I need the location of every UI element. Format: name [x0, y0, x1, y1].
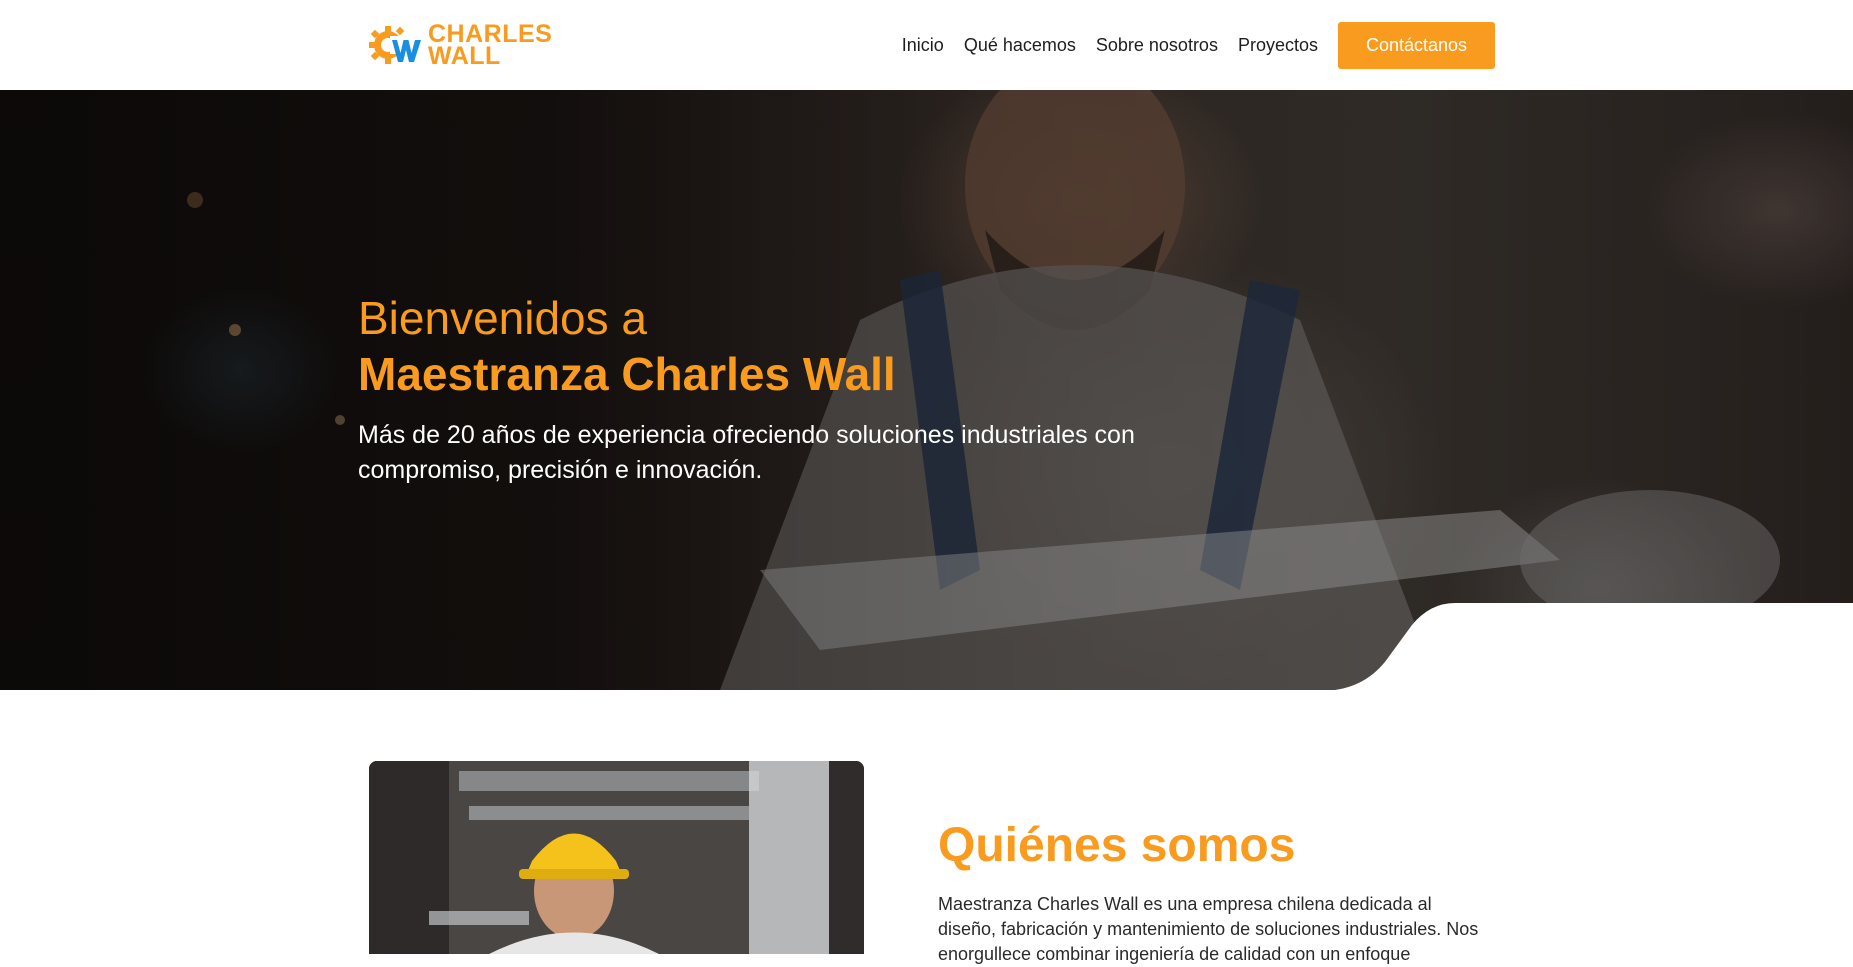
- about-title: Quiénes somos: [938, 819, 1296, 872]
- brand-name: CHARLES WALL: [428, 22, 552, 70]
- hero-subtitle: Más de 20 años de experiencia ofreciendo…: [358, 421, 1135, 484]
- nav-link-sobre-nosotros[interactable]: Sobre nosotros: [1096, 35, 1218, 56]
- hero-content: Bienvenidos a Maestranza Charles Wall Má…: [358, 290, 1158, 488]
- hero-section: Bienvenidos a Maestranza Charles Wall Má…: [0, 90, 1853, 690]
- hero-title-line2: Maestranza Charles Wall: [358, 348, 896, 400]
- nav-link-que-hacemos[interactable]: Qué hacemos: [964, 35, 1076, 56]
- hero-title-line1: Bienvenidos a: [358, 292, 647, 344]
- hero-title: Bienvenidos a Maestranza Charles Wall: [358, 290, 1158, 402]
- nav-link-inicio[interactable]: Inicio: [902, 35, 944, 56]
- brand-name-line2: WALL: [428, 42, 501, 70]
- about-text: Maestranza Charles Wall es una empresa c…: [938, 894, 1479, 964]
- worker-with-yellow-helmet-photo: [369, 761, 864, 954]
- gear-logo-icon: [368, 22, 426, 68]
- brand-logo[interactable]: CHARLES WALL: [368, 22, 552, 69]
- nav-link-proyectos[interactable]: Proyectos: [1238, 35, 1318, 56]
- main-nav: Inicio Qué hacemos Sobre nosotros Proyec…: [902, 22, 1495, 69]
- site-header: CHARLES WALL Inicio Qué hacemos Sobre no…: [0, 0, 1853, 90]
- contact-button[interactable]: Contáctanos: [1338, 22, 1495, 69]
